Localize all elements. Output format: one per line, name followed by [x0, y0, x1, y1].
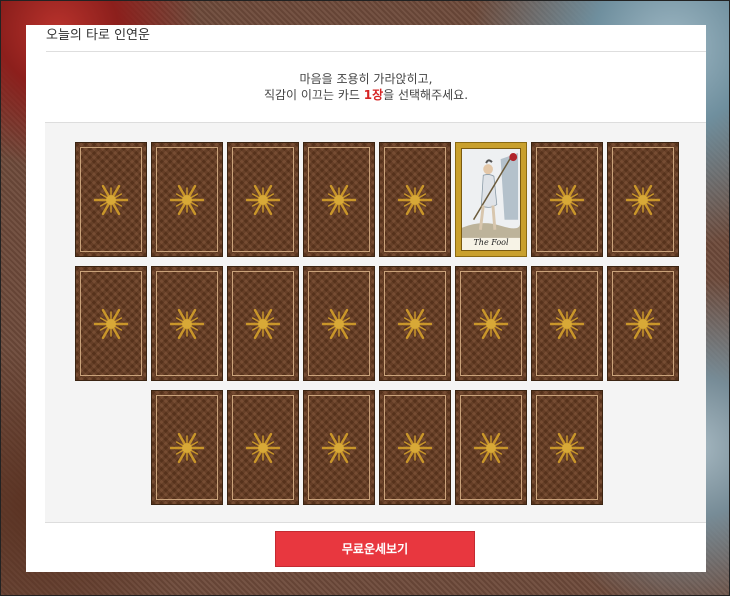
tarot-card-back[interactable]	[379, 266, 451, 381]
sun-motif-icon	[322, 184, 356, 215]
instructions: 마음을 조용히 가라앉히고, 직감이 이끄는 카드 1장을 선택해주세요.	[26, 71, 706, 103]
sun-motif-icon	[550, 308, 584, 339]
tarot-card-back[interactable]	[531, 266, 603, 381]
tarot-card-back[interactable]	[379, 142, 451, 257]
sun-motif-icon	[474, 432, 508, 463]
instruction-count: 1장	[363, 88, 384, 102]
free-fortune-button-label: 무료운세보기	[341, 542, 409, 556]
instruction-line-2: 직감이 이끄는 카드 1장을 선택해주세요.	[26, 87, 706, 103]
sun-motif-icon	[170, 184, 204, 215]
sun-motif-icon	[94, 308, 128, 339]
free-fortune-button[interactable]: 무료운세보기	[275, 531, 475, 567]
tarot-card-back[interactable]	[303, 266, 375, 381]
card-picture: The Fool	[461, 148, 521, 251]
instruction-suffix: 을 선택해주세요.	[383, 88, 469, 102]
tarot-card-back[interactable]	[379, 390, 451, 505]
instruction-prefix: 직감이 이끄는 카드	[263, 88, 364, 102]
tarot-card-revealed[interactable]: The Fool	[455, 142, 527, 257]
tarot-card-back[interactable]	[227, 142, 299, 257]
tarot-card-back[interactable]	[531, 390, 603, 505]
tarot-card-back[interactable]	[455, 390, 527, 505]
tarot-card-back[interactable]	[303, 390, 375, 505]
instruction-line-1: 마음을 조용히 가라앉히고,	[299, 72, 433, 86]
sun-motif-icon	[94, 184, 128, 215]
sun-motif-icon	[626, 184, 660, 215]
tarot-card-back[interactable]	[75, 266, 147, 381]
panel-title: 오늘의 타로 인연운	[46, 25, 706, 52]
tarot-card-back[interactable]	[75, 142, 147, 257]
tarot-card-back[interactable]	[531, 142, 603, 257]
tarot-card-back[interactable]	[151, 390, 223, 505]
sun-motif-icon	[246, 432, 280, 463]
card-name: The Fool	[473, 238, 509, 247]
tarot-panel: 오늘의 타로 인연운 마음을 조용히 가라앉히고, 직감이 이끄는 카드 1장을…	[26, 25, 706, 572]
sun-motif-icon	[322, 308, 356, 339]
sun-motif-icon	[474, 308, 508, 339]
tarot-card-back[interactable]	[151, 142, 223, 257]
fool-illustration	[462, 149, 520, 250]
card-board: The Fool	[45, 122, 706, 523]
sun-motif-icon	[626, 308, 660, 339]
tarot-card-back[interactable]	[303, 142, 375, 257]
tarot-card-back[interactable]	[227, 266, 299, 381]
sun-motif-icon	[246, 184, 280, 215]
tarot-card-back[interactable]	[151, 266, 223, 381]
sun-motif-icon	[170, 308, 204, 339]
sun-motif-icon	[398, 432, 432, 463]
sun-motif-icon	[246, 308, 280, 339]
tarot-card-back[interactable]	[607, 266, 679, 381]
tarot-card-back[interactable]	[607, 142, 679, 257]
panel-title-text: 오늘의 타로 인연운	[46, 28, 150, 43]
sun-motif-icon	[550, 432, 584, 463]
tarot-card-back[interactable]	[455, 266, 527, 381]
sun-motif-icon	[398, 308, 432, 339]
sun-motif-icon	[398, 184, 432, 215]
tarot-card-back[interactable]	[227, 390, 299, 505]
sun-motif-icon	[322, 432, 356, 463]
sun-motif-icon	[550, 184, 584, 215]
sun-motif-icon	[170, 432, 204, 463]
